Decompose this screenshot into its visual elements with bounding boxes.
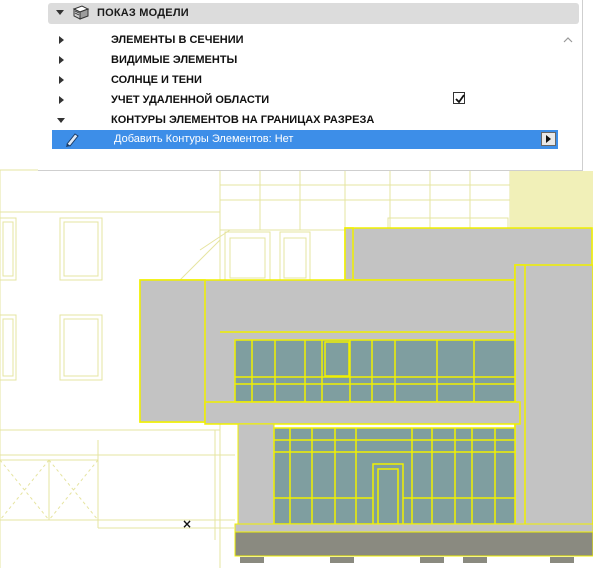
- row-label: ЭЛЕМЕНТЫ В СЕЧЕНИИ: [111, 34, 244, 46]
- expand-arrow-icon[interactable]: [59, 56, 64, 64]
- row-visible-elements[interactable]: ВИДИМЫЕ ЭЛЕМЕНТЫ: [48, 50, 558, 70]
- model-display-icon: [72, 5, 90, 20]
- row-sun-shadows[interactable]: СОЛНЦЕ И ТЕНИ: [48, 70, 558, 90]
- foundation-blocks: [240, 557, 574, 563]
- scroll-up-icon[interactable]: [563, 36, 573, 44]
- checkmark-icon: [455, 94, 465, 104]
- upper-glazing: [234, 339, 516, 403]
- expand-arrow-icon[interactable]: [59, 76, 64, 84]
- row-section-elements[interactable]: ЭЛЕМЕНТЫ В СЕЧЕНИИ: [48, 30, 558, 50]
- expand-arrow-icon[interactable]: [59, 36, 64, 44]
- row-label: КОНТУРЫ ЭЛЕМЕНТОВ НА ГРАНИЦАХ РАЗРЕЗА: [111, 114, 375, 126]
- add-contours-option[interactable]: Добавить Контуры Элементов: Нет: [52, 130, 558, 149]
- option-label: Добавить Контуры Элементов: Нет: [114, 133, 294, 145]
- panel-header[interactable]: ПОКАЗ МОДЕЛИ: [48, 3, 579, 24]
- row-label: СОЛНЦЕ И ТЕНИ: [111, 74, 202, 86]
- row-label: ВИДИМЫЕ ЭЛЕМЕНТЫ: [111, 54, 238, 66]
- right-tall-wall: [514, 264, 593, 556]
- ground-strip: [234, 531, 593, 557]
- collapse-arrow-icon[interactable]: [57, 118, 65, 123]
- row-label: УЧЕТ УДАЛЕННОЙ ОБЛАСТИ: [111, 94, 270, 106]
- row-cut-contours[interactable]: КОНТУРЫ ЭЛЕМЕНТОВ НА ГРАНИЦАХ РАЗРЕЗА: [48, 110, 558, 130]
- panel-title: ПОКАЗ МОДЕЛИ: [97, 7, 189, 19]
- distant-area-checkbox[interactable]: [453, 92, 465, 104]
- ground-floor-left-wall: [237, 423, 275, 525]
- cross-marker-icon: ×: [182, 517, 193, 531]
- pen-icon: [66, 133, 79, 147]
- option-arrow-button[interactable]: [541, 132, 556, 146]
- row-distant-area[interactable]: УЧЕТ УДАЛЕННОЙ ОБЛАСТИ: [48, 90, 558, 110]
- ground-glazing: [273, 427, 516, 525]
- ground-base: [234, 523, 593, 533]
- model-display-panel: ПОКАЗ МОДЕЛИ ЭЛЕМЕНТЫ В СЕЧЕНИИ ВИДИМЫЕ …: [38, 0, 583, 171]
- collapse-arrow-icon[interactable]: [56, 10, 64, 15]
- expand-arrow-icon[interactable]: [59, 96, 64, 104]
